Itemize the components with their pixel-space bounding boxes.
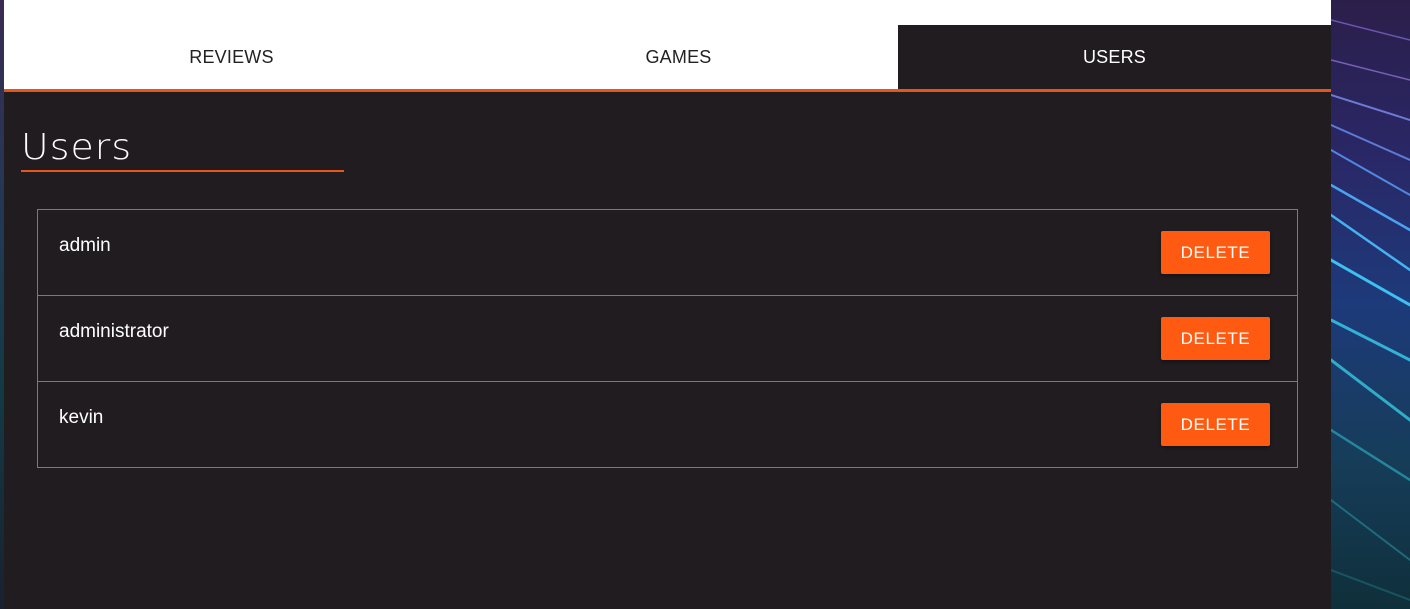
user-name: admin <box>59 235 111 256</box>
delete-user-button[interactable]: DELETE <box>1161 231 1270 274</box>
delete-user-button[interactable]: DELETE <box>1161 317 1270 360</box>
user-list: admin DELETE administrator DELETE kevin … <box>37 209 1298 468</box>
background-art-right <box>1331 0 1410 609</box>
tab-users[interactable]: USERS <box>898 25 1331 89</box>
tab-games[interactable]: GAMES <box>459 25 898 89</box>
list-item: admin DELETE <box>38 210 1297 296</box>
list-item: kevin DELETE <box>38 382 1297 468</box>
tab-active-indicator <box>4 89 1331 92</box>
page-title: Users <box>21 127 133 168</box>
delete-user-button[interactable]: DELETE <box>1161 403 1270 446</box>
tab-reviews[interactable]: REVIEWS <box>4 25 459 89</box>
user-name: administrator <box>59 321 169 342</box>
list-item: administrator DELETE <box>38 296 1297 382</box>
main-panel: REVIEWS GAMES USERS Users admin DELETE a… <box>4 0 1331 609</box>
tab-bar: REVIEWS GAMES USERS <box>4 0 1331 89</box>
user-name: kevin <box>59 407 104 428</box>
title-underline <box>21 170 344 172</box>
